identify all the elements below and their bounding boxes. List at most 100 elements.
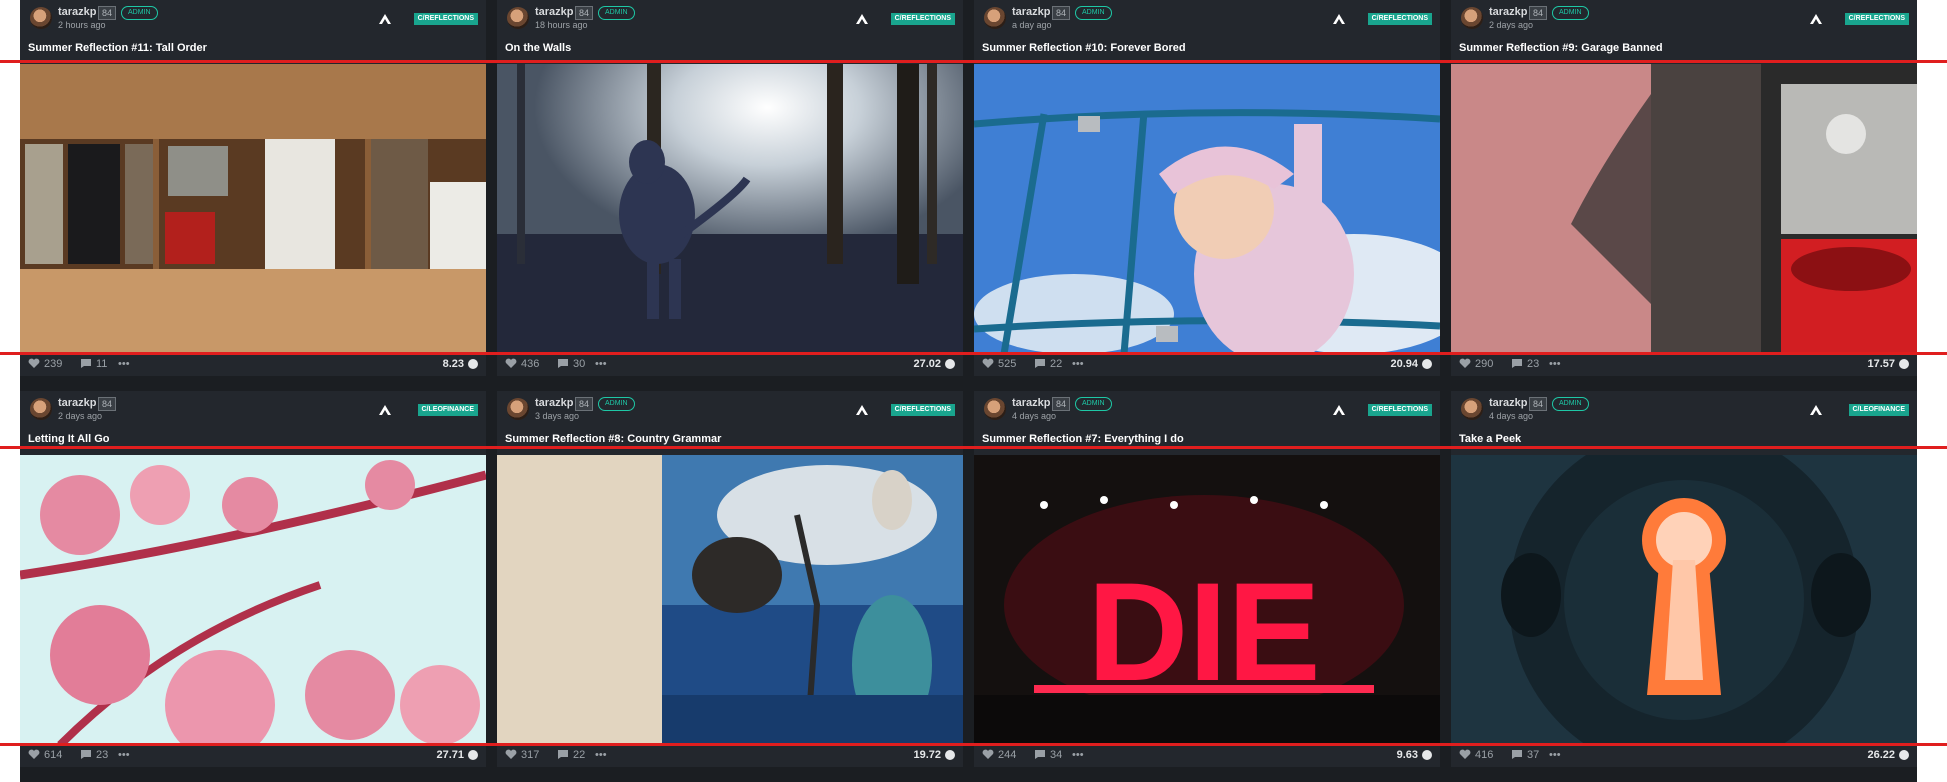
more-options-button[interactable]: ••• xyxy=(1072,358,1084,370)
hbd-coin-icon xyxy=(468,750,478,760)
post-card[interactable]: tarazkp 84 ADMIN 18 hours ago C/REFLECTI… xyxy=(497,0,963,376)
post-time: 2 hours ago xyxy=(58,20,106,30)
post-image[interactable]: DIE xyxy=(974,455,1440,745)
more-options-button[interactable]: ••• xyxy=(595,358,607,370)
admin-badge: ADMIN xyxy=(1075,6,1112,20)
post-footer: 614 23 ••• 27.71 xyxy=(20,745,486,767)
heart-icon[interactable] xyxy=(1459,749,1471,760)
post-footer: 416 37 ••• 26.22 xyxy=(1451,745,1917,767)
heart-icon[interactable] xyxy=(1459,358,1471,369)
hbd-coin-icon xyxy=(1422,359,1432,369)
author-name[interactable]: tarazkp xyxy=(58,397,97,409)
author-name[interactable]: tarazkp xyxy=(58,6,97,18)
more-options-button[interactable]: ••• xyxy=(595,749,607,761)
cherry-blossom-photo-icon xyxy=(20,455,486,745)
post-image[interactable] xyxy=(1451,64,1917,354)
reputation-badge: 84 xyxy=(1052,6,1071,20)
post-footer: 290 23 ••• 17.57 xyxy=(1451,354,1917,376)
post-time: 2 days ago xyxy=(1489,20,1534,30)
post-footer: 244 34 ••• 9.63 xyxy=(974,745,1440,767)
post-header: tarazkp 84 ADMIN 3 days ago C/REFLECTION… xyxy=(497,391,963,431)
comments-count: 34 xyxy=(1050,749,1063,761)
admin-badge: ADMIN xyxy=(598,6,635,20)
post-card[interactable]: tarazkp 84 ADMIN 2 hours ago C/REFLECTIO… xyxy=(20,0,486,376)
post-card[interactable]: tarazkp 84 ADMIN a day ago C/REFLECTIONS… xyxy=(974,0,1440,376)
comment-icon[interactable] xyxy=(557,358,569,369)
avatar[interactable] xyxy=(30,7,52,29)
payout-value[interactable]: 17.57 xyxy=(1867,358,1895,370)
comments-count: 22 xyxy=(573,749,586,761)
hbd-coin-icon xyxy=(468,359,478,369)
post-title[interactable]: Summer Reflection #10: Forever Bored xyxy=(982,42,1186,54)
heart-icon[interactable] xyxy=(505,749,517,760)
comments-count: 37 xyxy=(1527,749,1540,761)
hive-logo-icon xyxy=(378,13,392,25)
heart-icon[interactable] xyxy=(982,358,994,369)
comment-icon[interactable] xyxy=(557,749,569,760)
post-image[interactable] xyxy=(1451,455,1917,745)
author-name[interactable]: tarazkp xyxy=(1489,6,1528,18)
post-image[interactable] xyxy=(497,455,963,745)
more-options-button[interactable]: ••• xyxy=(1549,358,1561,370)
post-title[interactable]: Summer Reflection #7: Everything I do xyxy=(982,433,1184,445)
post-title[interactable]: Letting It All Go xyxy=(28,433,109,445)
avatar[interactable] xyxy=(984,398,1006,420)
more-options-button[interactable]: ••• xyxy=(118,749,130,761)
post-title[interactable]: Take a Peek xyxy=(1459,433,1521,445)
author-name[interactable]: tarazkp xyxy=(535,397,574,409)
comment-icon[interactable] xyxy=(1034,749,1046,760)
payout-value[interactable]: 19.72 xyxy=(913,749,941,761)
heart-icon[interactable] xyxy=(28,358,40,369)
post-card[interactable]: tarazkp 84 ADMIN 2 days ago C/REFLECTION… xyxy=(1451,0,1917,376)
hbd-coin-icon xyxy=(1422,750,1432,760)
comment-icon[interactable] xyxy=(1511,358,1523,369)
comment-icon[interactable] xyxy=(80,358,92,369)
author-name[interactable]: tarazkp xyxy=(1012,397,1051,409)
likes-count: 416 xyxy=(1475,749,1494,761)
community-tag: C/REFLECTIONS xyxy=(413,13,478,25)
heart-icon[interactable] xyxy=(28,749,40,760)
payout-value[interactable]: 26.22 xyxy=(1867,749,1895,761)
post-title[interactable]: Summer Reflection #11: Tall Order xyxy=(28,42,207,54)
avatar[interactable] xyxy=(507,7,529,29)
post-title[interactable]: On the Walls xyxy=(505,42,571,54)
more-options-button[interactable]: ••• xyxy=(1549,749,1561,761)
payout-value[interactable]: 27.02 xyxy=(913,358,941,370)
payout-value[interactable]: 8.23 xyxy=(443,358,464,370)
likes-count: 244 xyxy=(998,749,1017,761)
community-tag: C/REFLECTIONS xyxy=(1367,13,1432,25)
payout-value[interactable]: 9.63 xyxy=(1397,749,1418,761)
avatar[interactable] xyxy=(984,7,1006,29)
payout-value[interactable]: 20.94 xyxy=(1390,358,1418,370)
red-guide-line xyxy=(0,446,1947,449)
post-title[interactable]: Summer Reflection #8: Country Grammar xyxy=(505,433,721,445)
post-header: tarazkp 84 2 days ago C/LEOFINANCE xyxy=(20,391,486,431)
avatar[interactable] xyxy=(1461,7,1483,29)
author-name[interactable]: tarazkp xyxy=(1489,397,1528,409)
post-title[interactable]: Summer Reflection #9: Garage Banned xyxy=(1459,42,1663,54)
author-name[interactable]: tarazkp xyxy=(535,6,574,18)
post-image[interactable] xyxy=(20,64,486,354)
post-image[interactable] xyxy=(974,64,1440,354)
heart-icon[interactable] xyxy=(505,358,517,369)
more-options-button[interactable]: ••• xyxy=(1072,749,1084,761)
likes-count: 436 xyxy=(521,358,540,370)
payout-value[interactable]: 27.71 xyxy=(436,749,464,761)
comment-icon[interactable] xyxy=(80,749,92,760)
more-options-button[interactable]: ••• xyxy=(118,358,130,370)
comment-icon[interactable] xyxy=(1034,358,1046,369)
reputation-badge: 84 xyxy=(98,6,117,20)
admin-badge: ADMIN xyxy=(121,6,158,20)
comment-icon[interactable] xyxy=(1511,749,1523,760)
avatar[interactable] xyxy=(1461,398,1483,420)
concert-stage-photo-icon: DIE xyxy=(974,455,1440,745)
avatar[interactable] xyxy=(507,398,529,420)
post-image[interactable] xyxy=(497,64,963,354)
hive-logo-icon xyxy=(378,404,392,416)
comments-count: 22 xyxy=(1050,358,1063,370)
avatar[interactable] xyxy=(30,398,52,420)
author-name[interactable]: tarazkp xyxy=(1012,6,1051,18)
post-image[interactable] xyxy=(20,455,486,745)
heart-icon[interactable] xyxy=(982,749,994,760)
post-time: 4 days ago xyxy=(1012,411,1057,421)
